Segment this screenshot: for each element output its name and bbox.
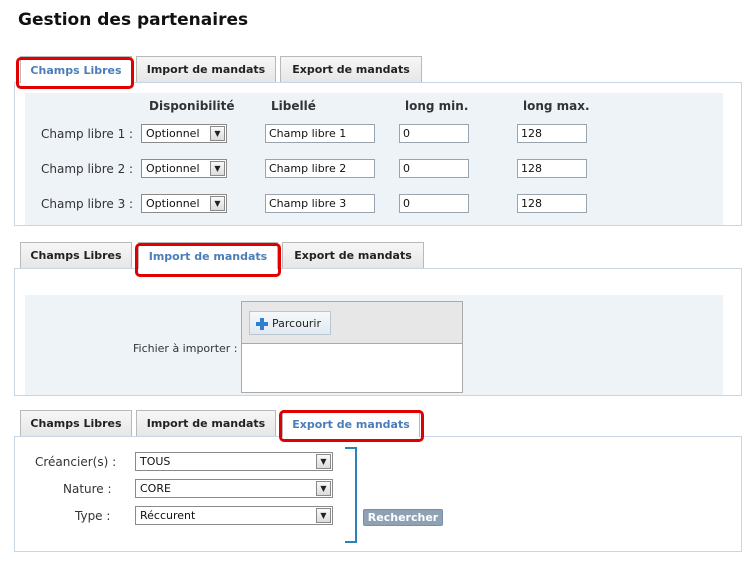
row-label: Champ libre 3 :: [41, 197, 134, 211]
type-label: Type :: [75, 509, 111, 523]
long-max-input[interactable]: 128: [517, 194, 587, 213]
tab-import-mandats[interactable]: Import de mandats: [136, 410, 276, 436]
tab-export-mandats[interactable]: Export de mandats: [280, 56, 422, 82]
header-disponibilite: Disponibilité: [149, 99, 235, 113]
file-upload-box[interactable]: Parcourir: [241, 301, 463, 393]
page-title: Gestion des partenaires: [18, 10, 249, 30]
select-value: Réccurent: [140, 509, 196, 522]
nature-select[interactable]: CORE ▼: [135, 479, 333, 498]
row-label: Champ libre 2 :: [41, 162, 134, 176]
panel-body: Créancier(s) : TOUS ▼ Nature : CORE ▼ Type…: [14, 436, 742, 552]
dropdown-arrow-icon: ▼: [316, 481, 331, 496]
libelle-input[interactable]: Champ libre 2: [265, 159, 375, 178]
panel-body: Fichier à importer : Parcourir: [14, 268, 742, 396]
panel-export-mandats: Champs Libres Import de mandats Export d…: [14, 410, 742, 552]
fields-area: Disponibilité Libellé long min. long max…: [25, 93, 723, 225]
tab-champs-libres[interactable]: Champs Libres: [20, 242, 132, 268]
dropdown-arrow-icon: ▼: [210, 196, 225, 211]
long-min-input[interactable]: 0: [399, 159, 469, 178]
select-value: CORE: [140, 482, 171, 495]
nature-label: Nature :: [63, 482, 112, 496]
tab-export-mandats[interactable]: Export de mandats: [282, 410, 420, 437]
panel-champs-libres: Champs Libres Import de mandats Export d…: [14, 56, 742, 226]
search-button[interactable]: Rechercher: [363, 509, 443, 526]
upload-toolbar: Parcourir: [242, 302, 462, 344]
dropdown-arrow-icon: ▼: [210, 126, 225, 141]
select-value: Optionnel: [146, 127, 200, 140]
disponibilite-select[interactable]: Optionnel ▼: [141, 194, 227, 213]
type-select[interactable]: Réccurent ▼: [135, 506, 333, 525]
panel-import-mandats: Champs Libres Import de mandats Export d…: [14, 242, 742, 398]
dropdown-arrow-icon: ▼: [210, 161, 225, 176]
select-value: TOUS: [140, 455, 171, 468]
long-max-input[interactable]: 128: [517, 159, 587, 178]
header-libelle: Libellé: [271, 99, 316, 113]
tab-import-mandats[interactable]: Import de mandats: [138, 242, 278, 269]
file-label: Fichier à importer :: [133, 342, 238, 355]
long-min-input[interactable]: 0: [399, 124, 469, 143]
libelle-input[interactable]: Champ libre 3: [265, 194, 375, 213]
dropdown-arrow-icon: ▼: [316, 454, 331, 469]
select-value: Optionnel: [146, 162, 200, 175]
creanciers-select[interactable]: TOUS ▼: [135, 452, 333, 471]
tab-champs-libres[interactable]: Champs Libres: [20, 410, 132, 436]
filters-bracket: [345, 447, 357, 543]
row-label: Champ libre 1 :: [41, 127, 134, 141]
import-area: Fichier à importer : Parcourir: [25, 295, 723, 395]
disponibilite-select[interactable]: Optionnel ▼: [141, 124, 227, 143]
select-value: Optionnel: [146, 197, 200, 210]
tab-export-mandats[interactable]: Export de mandats: [282, 242, 424, 268]
tab-import-mandats[interactable]: Import de mandats: [136, 56, 276, 82]
header-long-min: long min.: [405, 99, 469, 113]
dropdown-arrow-icon: ▼: [316, 508, 331, 523]
long-min-input[interactable]: 0: [399, 194, 469, 213]
creanciers-label: Créancier(s) :: [35, 455, 117, 469]
browse-button[interactable]: Parcourir: [249, 311, 331, 335]
disponibilite-select[interactable]: Optionnel ▼: [141, 159, 227, 178]
long-max-input[interactable]: 128: [517, 124, 587, 143]
tab-champs-libres[interactable]: Champs Libres: [20, 56, 132, 83]
browse-label: Parcourir: [272, 316, 322, 330]
libelle-input[interactable]: Champ libre 1: [265, 124, 375, 143]
plus-icon: [255, 317, 268, 330]
header-long-max: long max.: [523, 99, 590, 113]
panel-body: Disponibilité Libellé long min. long max…: [14, 82, 742, 226]
